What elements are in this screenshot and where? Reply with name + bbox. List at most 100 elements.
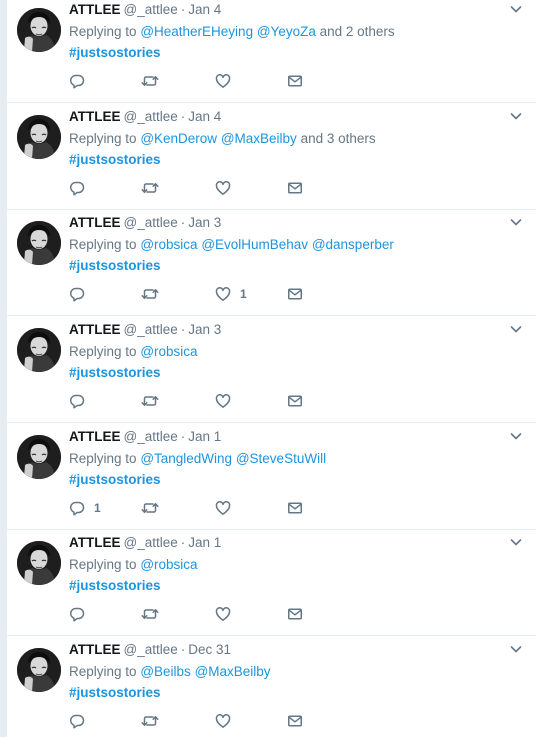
user-handle[interactable]: @_attlee [124,2,178,17]
mention-link[interactable]: @EvolHumBehav [201,237,308,252]
tweet[interactable]: ATTLEE @_attlee · Jan 4 Replying to @KenDer… [7,104,536,210]
others-text[interactable]: and 2 others [320,24,395,39]
like-count: 1 [240,287,247,301]
retweet-button[interactable] [141,284,159,304]
replying-to: Replying to @robsica [69,556,198,574]
user-handle[interactable]: @_attlee [124,215,178,230]
mention-link[interactable]: @MaxBeilby [221,131,297,146]
tweet-header: ATTLEE @_attlee · Jan 1 [69,534,221,552]
retweet-button[interactable] [141,711,159,731]
tweet[interactable]: ATTLEE @_attlee · Jan 3 Replying to @robsic… [7,317,536,423]
display-name[interactable]: ATTLEE [69,215,121,230]
retweet-button[interactable] [141,178,159,198]
others-text[interactable]: and 3 others [301,131,376,146]
like-button[interactable] [215,711,231,731]
tweet[interactable]: ATTLEE @_attlee · Jan 1 Replying to @robsic… [7,530,536,636]
hashtag-link[interactable]: #justsostories [69,471,161,489]
chevron-down-icon[interactable] [508,321,524,337]
display-name[interactable]: ATTLEE [69,429,121,444]
avatar[interactable] [17,648,61,692]
chevron-down-icon[interactable] [508,428,524,444]
avatar[interactable] [17,221,61,265]
mention-link[interactable]: @TangledWing [140,451,232,466]
display-name[interactable]: ATTLEE [69,2,121,17]
like-button[interactable]: 1 [215,284,247,304]
user-handle[interactable]: @_attlee [124,642,178,657]
like-button[interactable] [215,178,231,198]
direct-message-button[interactable] [287,711,303,731]
hashtag-link[interactable]: #justsostories [69,257,161,275]
direct-message-button[interactable] [287,604,303,624]
like-button[interactable] [215,71,231,91]
replying-label: Replying to [69,557,137,572]
chevron-down-icon[interactable] [508,641,524,657]
reply-button[interactable] [69,391,85,411]
reply-button[interactable] [69,284,85,304]
user-handle[interactable]: @_attlee [124,535,178,550]
timestamp[interactable]: Jan 4 [188,109,221,124]
mention-link[interactable]: @HeatherEHeying [140,24,253,39]
mention-link[interactable]: @Beilbs [140,664,190,679]
avatar[interactable] [17,8,61,52]
direct-message-button[interactable] [287,178,303,198]
direct-message-button[interactable] [287,498,303,518]
display-name[interactable]: ATTLEE [69,109,121,124]
timestamp[interactable]: Dec 31 [188,642,231,657]
display-name[interactable]: ATTLEE [69,535,121,550]
heart-icon [215,500,231,516]
mention-link[interactable]: @robsica [140,237,197,252]
direct-message-button[interactable] [287,391,303,411]
timestamp[interactable]: Jan 4 [188,2,221,17]
hashtag-link[interactable]: #justsostories [69,364,161,382]
chevron-down-icon[interactable] [508,108,524,124]
avatar[interactable] [17,435,61,479]
reply-button[interactable] [69,604,85,624]
mention-link[interactable]: @robsica [140,557,197,572]
tweet[interactable]: ATTLEE @_attlee · Dec 31 Replying to @Beilb… [7,637,536,737]
avatar[interactable] [17,115,61,159]
mention-link[interactable]: @SteveStuWill [236,451,326,466]
display-name[interactable]: ATTLEE [69,642,121,657]
hashtag-link[interactable]: #justsostories [69,44,161,62]
reply-icon [69,500,85,516]
reply-button[interactable]: 1 [69,498,101,518]
timestamp[interactable]: Jan 3 [188,215,221,230]
envelope-icon [287,713,303,729]
reply-button[interactable] [69,178,85,198]
reply-button[interactable] [69,71,85,91]
mention-link[interactable]: @dansperber [312,237,394,252]
like-button[interactable] [215,498,231,518]
timestamp[interactable]: Jan 1 [188,429,221,444]
reply-button[interactable] [69,711,85,731]
like-button[interactable] [215,604,231,624]
like-button[interactable] [215,391,231,411]
tweet[interactable]: ATTLEE @_attlee · Jan 4 Replying to @Heathe… [7,0,536,103]
retweet-button[interactable] [141,498,159,518]
retweet-button[interactable] [141,71,159,91]
avatar[interactable] [17,328,61,372]
timestamp[interactable]: Jan 1 [188,535,221,550]
replying-to: Replying to @Beilbs @MaxBeilby [69,663,271,681]
direct-message-button[interactable] [287,284,303,304]
hashtag-link[interactable]: #justsostories [69,684,161,702]
mention-link[interactable]: @robsica [140,344,197,359]
tweet[interactable]: ATTLEE @_attlee · Jan 3 Replying to @robsic… [7,210,536,316]
retweet-button[interactable] [141,604,159,624]
user-handle[interactable]: @_attlee [124,322,178,337]
timestamp[interactable]: Jan 3 [188,322,221,337]
mention-link[interactable]: @YeyoZa [257,24,316,39]
display-name[interactable]: ATTLEE [69,322,121,337]
user-handle[interactable]: @_attlee [124,109,178,124]
direct-message-button[interactable] [287,71,303,91]
mention-link[interactable]: @KenDerow [140,131,217,146]
chevron-down-icon[interactable] [508,214,524,230]
retweet-button[interactable] [141,391,159,411]
tweet[interactable]: ATTLEE @_attlee · Jan 1 Replying to @Tangle… [7,424,536,530]
chevron-down-icon[interactable] [508,534,524,550]
user-handle[interactable]: @_attlee [124,429,178,444]
hashtag-link[interactable]: #justsostories [69,151,161,169]
mention-link[interactable]: @MaxBeilby [195,664,271,679]
avatar[interactable] [17,541,61,585]
chevron-down-icon[interactable] [508,1,524,17]
hashtag-link[interactable]: #justsostories [69,577,161,595]
